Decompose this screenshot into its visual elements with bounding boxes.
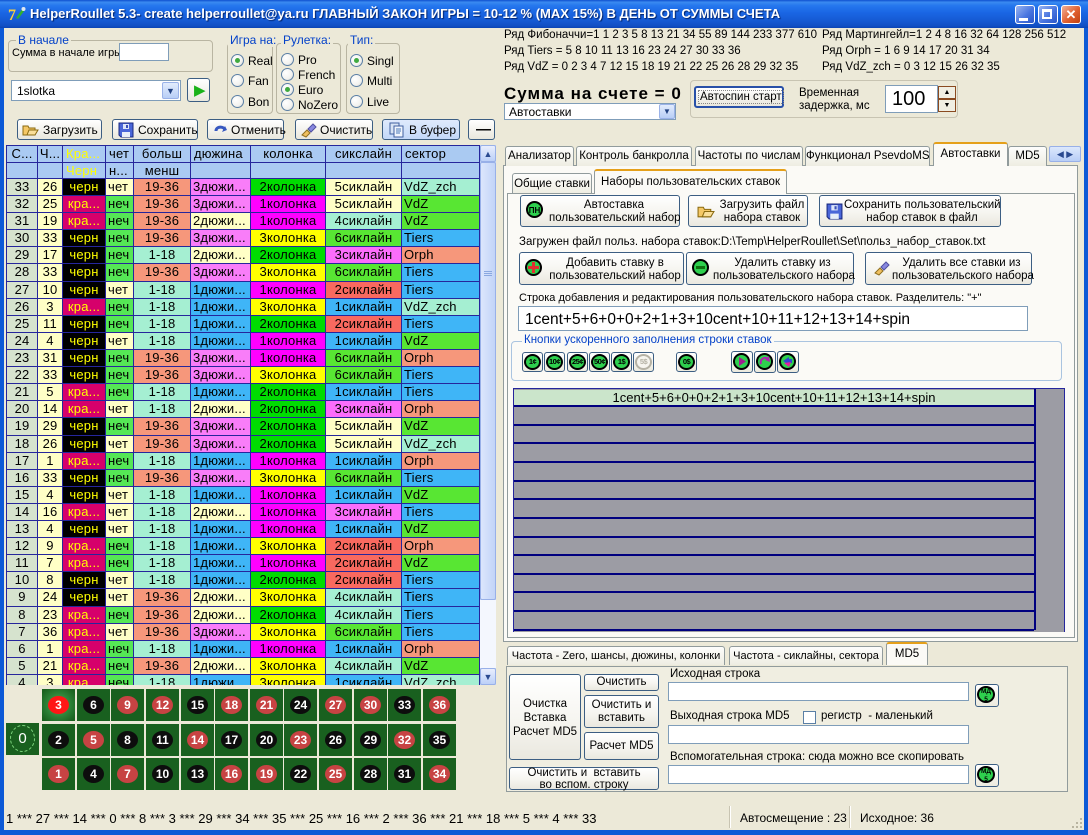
- svg-text:7: 7: [8, 7, 16, 24]
